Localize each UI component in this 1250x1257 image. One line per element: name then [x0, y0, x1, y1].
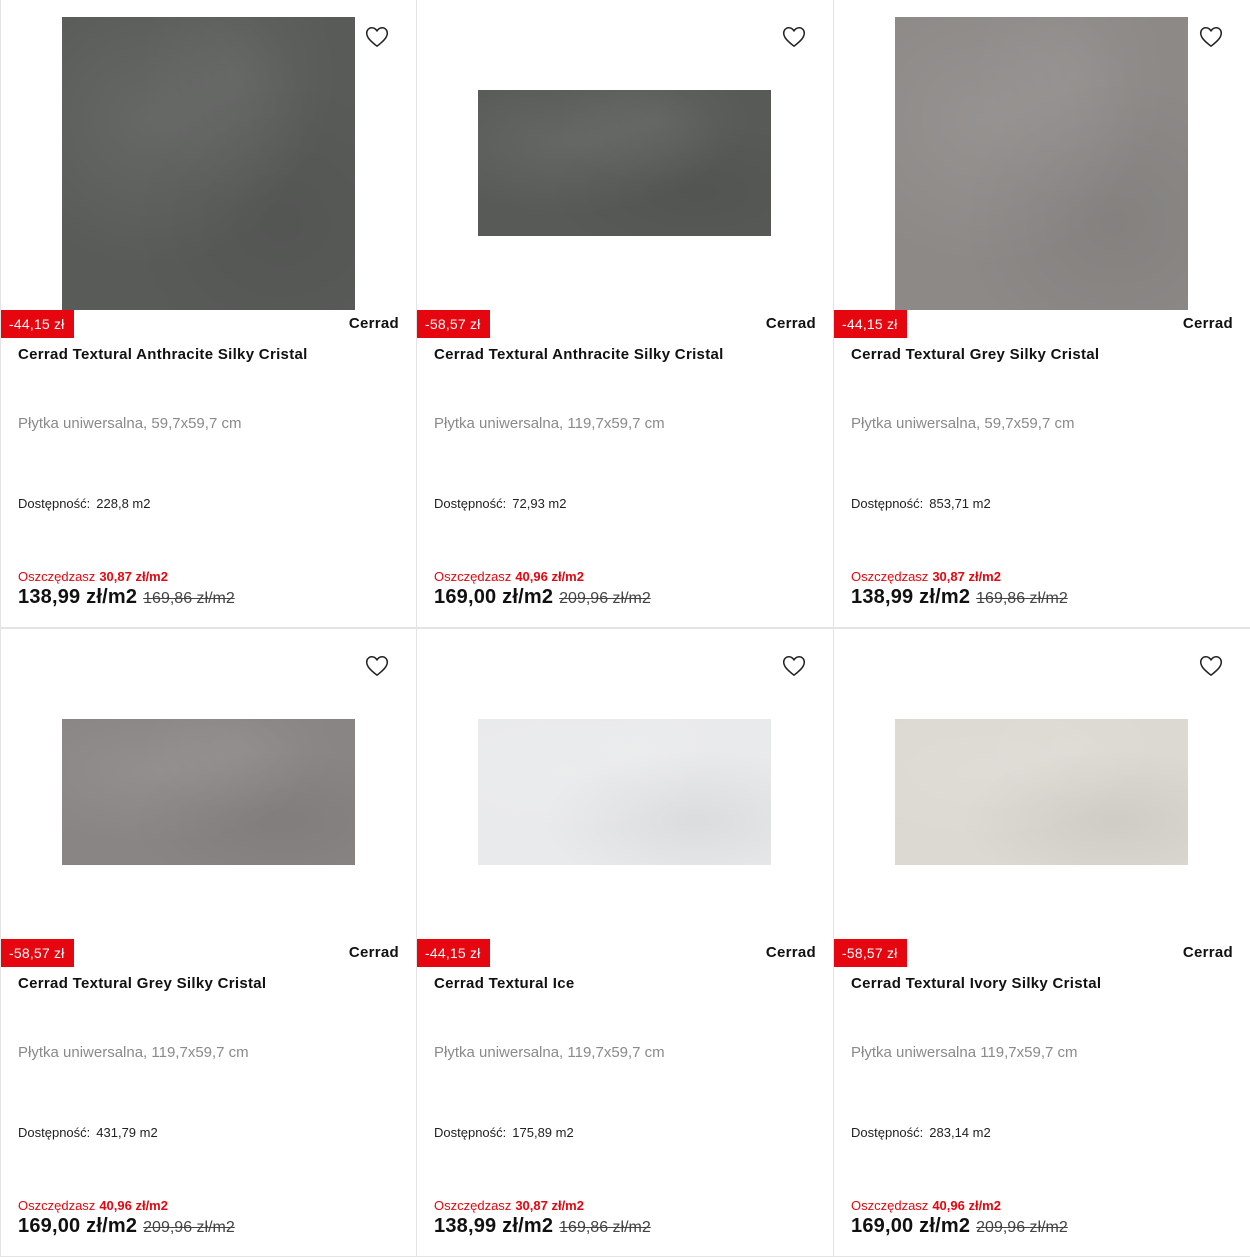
product-card[interactable]: -58,57 zł Cerrad Cerrad Textural Ivory S… [834, 629, 1250, 1256]
product-image[interactable] [62, 17, 355, 310]
product-title[interactable]: Cerrad Textural Grey Silky Cristal [18, 975, 406, 992]
current-price: 138,99 zł/m2 [851, 586, 971, 608]
availability: Dostępność: 283,14 m2 [851, 1125, 991, 1140]
favorite-heart-icon[interactable] [364, 653, 390, 679]
product-title[interactable]: Cerrad Textural Ivory Silky Cristal [851, 975, 1240, 992]
savings: Oszczędzasz 40,96 zł/m2 [18, 1198, 168, 1213]
discount-badge: -58,57 zł [1, 939, 74, 967]
availability-value: 72,93 m2 [512, 496, 567, 511]
product-title[interactable]: Cerrad Textural Anthracite Silky Cristal [434, 346, 823, 363]
favorite-heart-icon[interactable] [364, 24, 390, 50]
brand-label: Cerrad [1182, 315, 1233, 332]
product-subtitle: Płytka uniwersalna, 119,7x59,7 cm [434, 1044, 665, 1061]
brand-label: Cerrad [348, 944, 399, 961]
product-subtitle: Płytka uniwersalna, 119,7x59,7 cm [18, 1044, 249, 1061]
current-price: 169,00 zł/m2 [851, 1215, 971, 1237]
savings-label: Oszczędzasz [434, 569, 512, 584]
savings-label: Oszczędzasz [851, 569, 929, 584]
product-title[interactable]: Cerrad Textural Ice [434, 975, 823, 992]
product-subtitle: Płytka uniwersalna, 59,7x59,7 cm [851, 415, 1075, 432]
price-block: 169,00 zł/m2 209,96 zł/m2 [18, 1215, 235, 1238]
product-card[interactable]: -44,15 zł Cerrad Cerrad Textural Ice Pły… [417, 629, 833, 1256]
savings-label: Oszczędzasz [18, 569, 96, 584]
availability: Dostępność: 431,79 m2 [18, 1125, 158, 1140]
product-title[interactable]: Cerrad Textural Grey Silky Cristal [851, 346, 1240, 363]
price-block: 138,99 zł/m2 169,86 zł/m2 [434, 1215, 651, 1238]
discount-badge: -44,15 zł [417, 939, 490, 967]
discount-badge: -58,57 zł [834, 939, 907, 967]
product-image[interactable] [478, 719, 771, 865]
savings-label: Oszczędzasz [434, 1198, 512, 1213]
favorite-heart-icon[interactable] [781, 653, 807, 679]
availability-value: 228,8 m2 [96, 496, 151, 511]
brand-label: Cerrad [348, 315, 399, 332]
availability-label: Dostępność: [851, 496, 924, 511]
product-card[interactable]: -44,15 zł Cerrad Cerrad Textural Anthrac… [1, 0, 416, 627]
product-image[interactable] [478, 90, 771, 236]
availability: Dostępność: 228,8 m2 [18, 496, 150, 511]
favorite-heart-icon[interactable] [1198, 24, 1224, 50]
current-price: 138,99 zł/m2 [18, 586, 138, 608]
savings-label: Oszczędzasz [18, 1198, 96, 1213]
favorite-heart-icon[interactable] [781, 24, 807, 50]
brand-label: Cerrad [1182, 944, 1233, 961]
availability-label: Dostępność: [434, 496, 507, 511]
product-subtitle: Płytka uniwersalna, 119,7x59,7 cm [434, 415, 665, 432]
savings-amount: 30,87 zł/m2 [515, 1198, 584, 1213]
savings-amount: 30,87 zł/m2 [932, 569, 1001, 584]
product-card[interactable]: -58,57 zł Cerrad Cerrad Textural Anthrac… [417, 0, 833, 627]
product-card[interactable]: -44,15 zł Cerrad Cerrad Textural Grey Si… [834, 0, 1250, 627]
old-price: 169,86 zł/m2 [143, 590, 235, 607]
savings: Oszczędzasz 40,96 zł/m2 [434, 569, 584, 584]
availability-value: 175,89 m2 [512, 1125, 574, 1140]
old-price: 169,86 zł/m2 [976, 590, 1068, 607]
favorite-heart-icon[interactable] [1198, 653, 1224, 679]
brand-label: Cerrad [765, 315, 816, 332]
product-card[interactable]: -58,57 zł Cerrad Cerrad Textural Grey Si… [1, 629, 416, 1256]
availability: Dostępność: 175,89 m2 [434, 1125, 574, 1140]
discount-badge: -44,15 zł [1, 310, 74, 338]
old-price: 209,96 zł/m2 [143, 1219, 235, 1236]
current-price: 138,99 zł/m2 [434, 1215, 554, 1237]
price-block: 138,99 zł/m2 169,86 zł/m2 [851, 586, 1068, 609]
price-block: 169,00 zł/m2 209,96 zł/m2 [851, 1215, 1068, 1238]
price-block: 169,00 zł/m2 209,96 zł/m2 [434, 586, 651, 609]
availability: Dostępność: 72,93 m2 [434, 496, 566, 511]
discount-badge: -44,15 zł [834, 310, 907, 338]
current-price: 169,00 zł/m2 [434, 586, 554, 608]
brand-label: Cerrad [765, 944, 816, 961]
product-grid: -44,15 zł Cerrad Cerrad Textural Anthrac… [0, 0, 1250, 1257]
price-block: 138,99 zł/m2 169,86 zł/m2 [18, 586, 235, 609]
product-subtitle: Płytka uniwersalna, 59,7x59,7 cm [18, 415, 242, 432]
current-price: 169,00 zł/m2 [18, 1215, 138, 1237]
availability-label: Dostępność: [851, 1125, 924, 1140]
old-price: 209,96 zł/m2 [559, 590, 651, 607]
availability-label: Dostępność: [434, 1125, 507, 1140]
product-image[interactable] [895, 17, 1188, 310]
product-image[interactable] [62, 719, 355, 865]
savings: Oszczędzasz 30,87 zł/m2 [18, 569, 168, 584]
product-image[interactable] [895, 719, 1188, 865]
availability-label: Dostępność: [18, 496, 91, 511]
product-subtitle: Płytka uniwersalna 119,7x59,7 cm [851, 1044, 1078, 1061]
availability: Dostępność: 853,71 m2 [851, 496, 991, 511]
product-title[interactable]: Cerrad Textural Anthracite Silky Cristal [18, 346, 406, 363]
savings: Oszczędzasz 30,87 zł/m2 [851, 569, 1001, 584]
discount-badge: -58,57 zł [417, 310, 490, 338]
savings: Oszczędzasz 40,96 zł/m2 [851, 1198, 1001, 1213]
old-price: 209,96 zł/m2 [976, 1219, 1068, 1236]
savings: Oszczędzasz 30,87 zł/m2 [434, 1198, 584, 1213]
availability-value: 431,79 m2 [96, 1125, 158, 1140]
availability-label: Dostępność: [18, 1125, 91, 1140]
availability-value: 853,71 m2 [929, 496, 991, 511]
availability-value: 283,14 m2 [929, 1125, 991, 1140]
savings-label: Oszczędzasz [851, 1198, 929, 1213]
savings-amount: 40,96 zł/m2 [515, 569, 584, 584]
savings-amount: 40,96 zł/m2 [99, 1198, 168, 1213]
savings-amount: 30,87 zł/m2 [99, 569, 168, 584]
old-price: 169,86 zł/m2 [559, 1219, 651, 1236]
savings-amount: 40,96 zł/m2 [932, 1198, 1001, 1213]
